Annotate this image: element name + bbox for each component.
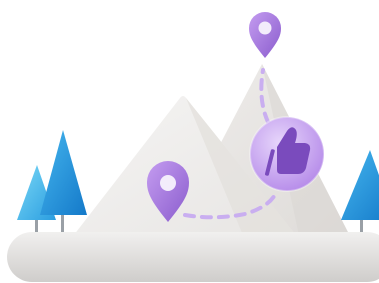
success-illustration bbox=[0, 0, 379, 283]
ground-platform bbox=[7, 232, 379, 282]
illustration-canvas bbox=[7, 12, 379, 282]
trees-right bbox=[341, 150, 379, 234]
thumbs-up-badge bbox=[249, 116, 325, 192]
tree-tall-left bbox=[40, 130, 87, 215]
location-pin-icon bbox=[249, 12, 281, 58]
trees-left bbox=[17, 130, 87, 234]
tree-right bbox=[341, 150, 379, 220]
